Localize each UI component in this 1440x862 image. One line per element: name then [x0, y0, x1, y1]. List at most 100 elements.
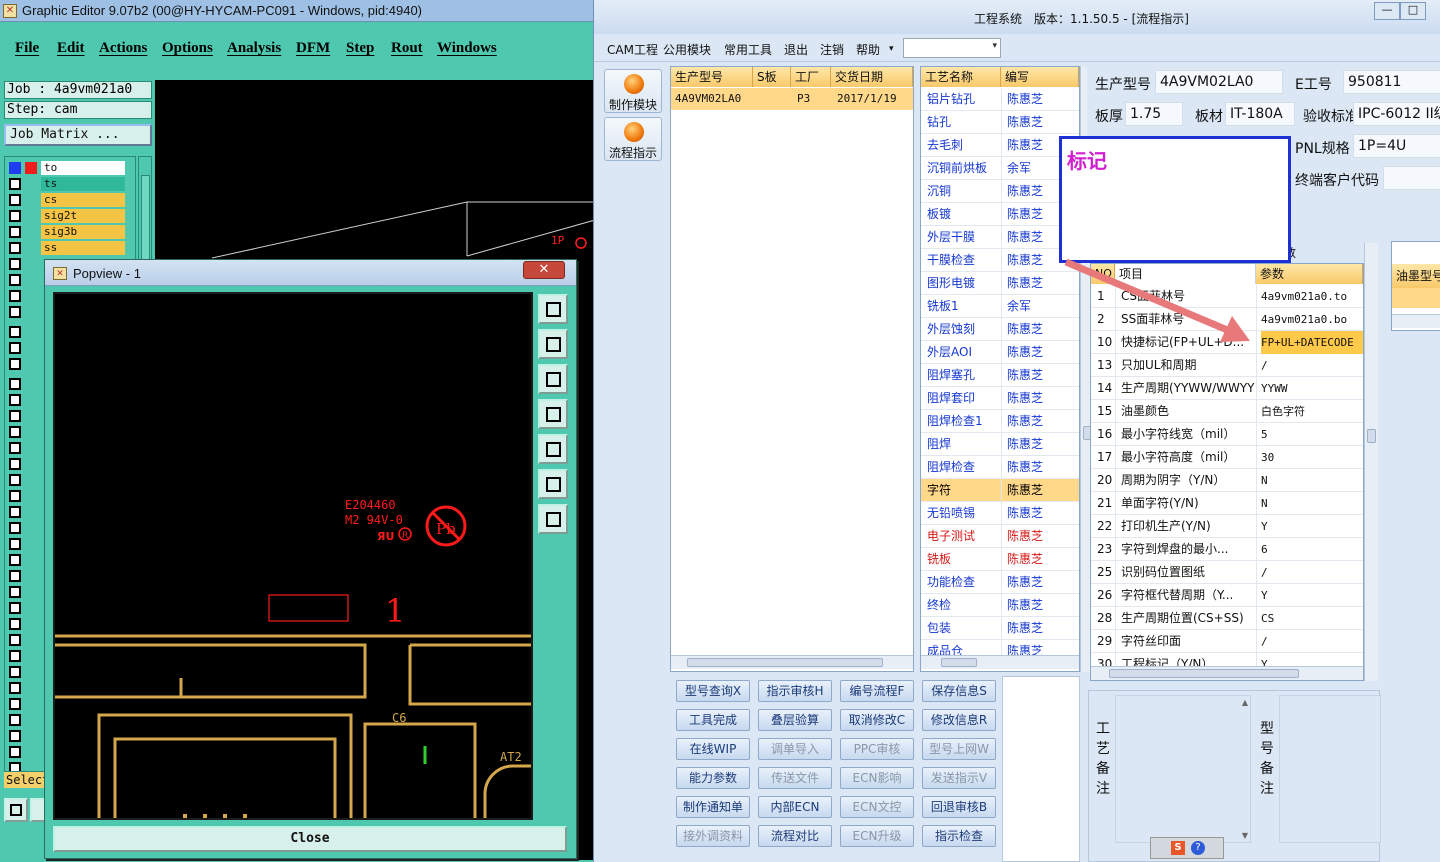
table-row[interactable]: 外层蚀刻 陈惠芝	[921, 318, 1079, 341]
layer-checkbox[interactable]	[9, 762, 21, 771]
layer-checkbox[interactable]	[9, 474, 21, 486]
table-row[interactable]: 干膜检查 陈惠芝	[921, 249, 1079, 272]
layer-checkbox[interactable]	[9, 730, 21, 742]
layer-checkbox[interactable]	[9, 586, 21, 598]
table-row[interactable]: 29 字符丝印面 /	[1091, 630, 1363, 653]
model-field[interactable]: 4A9VM02LA0	[1155, 70, 1283, 94]
maximize-icon[interactable]: □	[1400, 2, 1426, 20]
chevron-down-icon[interactable]: ▼	[1242, 831, 1248, 840]
layer-checkbox[interactable]	[9, 394, 21, 406]
table-row[interactable]: 17 最小字符高度（mil） 30	[1091, 446, 1363, 469]
menu-options[interactable]: Options	[162, 40, 213, 57]
col-header-delivery[interactable]: 交货日期	[831, 67, 913, 87]
menu-edit[interactable]: Edit	[57, 40, 85, 57]
layer-checkbox[interactable]	[9, 602, 21, 614]
col-header-ink-model[interactable]: 油墨型号	[1392, 264, 1440, 288]
graphic-editor-titlebar[interactable]: ✕ Graphic Editor 9.07b2 (00@HY-HYCAM-PC0…	[0, 0, 596, 22]
action-button[interactable]: ECN文控	[840, 796, 914, 818]
layer-checkbox[interactable]	[9, 666, 21, 678]
table-row[interactable]: 功能检查 陈惠芝	[921, 571, 1079, 594]
action-button[interactable]: 工具完成	[676, 709, 750, 731]
select-label[interactable]: Select	[4, 772, 49, 788]
layer-row[interactable]: cs	[5, 192, 135, 208]
product-hscrollbar[interactable]	[671, 655, 913, 669]
table-row[interactable]: 22 打印机生产(Y/N) Y	[1091, 515, 1363, 538]
model-remark-field[interactable]	[1279, 695, 1381, 843]
ink-hscrollbar[interactable]	[1392, 314, 1440, 328]
table-row[interactable]: 阻焊检查1 陈惠芝	[921, 410, 1079, 433]
param-vscrollbar[interactable]	[1364, 243, 1378, 681]
layer-checkbox[interactable]	[9, 378, 21, 390]
menu-rout[interactable]: Rout	[391, 40, 423, 57]
minimize-icon[interactable]: —	[1374, 2, 1400, 20]
table-row[interactable]: 板镀 陈惠芝	[921, 203, 1079, 226]
pan-left-button[interactable]	[538, 399, 568, 429]
action-button[interactable]: ECN影响	[840, 767, 914, 789]
table-row[interactable]: 28 生产周期位置(CS+SS) CS	[1091, 607, 1363, 630]
table-row[interactable]: 包装 陈惠芝	[921, 617, 1079, 640]
menu-file[interactable]: File	[15, 40, 39, 57]
thickness-field[interactable]: 1.75	[1125, 102, 1183, 126]
table-row[interactable]: 外层干膜 陈惠芝	[921, 226, 1079, 249]
pnl-field[interactable]: 1P=4U	[1353, 134, 1440, 158]
layer-row[interactable]: sig2t	[5, 208, 135, 224]
sogou-icon[interactable]: S	[1171, 841, 1185, 855]
popview-titlebar[interactable]: ✕ Popview - 1	[45, 260, 576, 286]
zoom-out-button[interactable]	[538, 504, 568, 534]
chevron-up-icon[interactable]: ▲	[1242, 698, 1248, 707]
layer-checkbox[interactable]	[9, 490, 21, 502]
layer-checkbox[interactable]	[9, 306, 21, 318]
job-matrix-button[interactable]: Job Matrix ...	[4, 124, 152, 146]
layer-checkbox[interactable]	[9, 326, 21, 338]
action-button[interactable]: 叠层验算	[758, 709, 832, 731]
action-button[interactable]: 型号查询X	[676, 680, 750, 702]
action-button[interactable]: 取消修改C	[840, 709, 914, 731]
table-row[interactable]: 21 单面字符(Y/N) N	[1091, 492, 1363, 515]
table-row[interactable]: 铝片钻孔 陈惠芝	[921, 88, 1079, 111]
menu-exit[interactable]: 退出	[784, 41, 808, 58]
layer-checkbox[interactable]	[9, 358, 21, 370]
close-icon[interactable]: ✕	[523, 261, 565, 279]
table-row[interactable]: 16 最小字符线宽（mil） 5	[1091, 423, 1363, 446]
action-button[interactable]: 接外调资料	[676, 825, 750, 847]
scrollbar-thumb[interactable]	[1367, 429, 1376, 443]
checkbox[interactable]	[9, 162, 21, 174]
action-button[interactable]: 流程对比	[758, 825, 832, 847]
action-button[interactable]: 调单导入	[758, 738, 832, 760]
table-row[interactable]: 4A9VM02LA0 P3 2017/1/19	[671, 88, 913, 110]
checkbox[interactable]	[9, 194, 21, 206]
col-header-param[interactable]: 参数	[1256, 264, 1363, 284]
table-row[interactable]: 终检 陈惠芝	[921, 594, 1079, 617]
action-button[interactable]: 内部ECN	[758, 796, 832, 818]
pointer-tool-button[interactable]	[4, 798, 28, 822]
help-icon[interactable]: ?	[1191, 841, 1205, 855]
scrollbar-thumb[interactable]	[1109, 669, 1299, 678]
checkbox[interactable]	[9, 210, 21, 222]
table-row[interactable]: 阻焊套印 陈惠芝	[921, 387, 1079, 410]
table-row[interactable]: 图形电镀 陈惠芝	[921, 272, 1079, 295]
layer-checkbox[interactable]	[9, 538, 21, 550]
layer-checkbox[interactable]	[9, 442, 21, 454]
pan-up-button[interactable]	[538, 329, 568, 359]
col-header-model[interactable]: 生产型号	[671, 67, 753, 87]
col-header-writer[interactable]: 编写	[1001, 67, 1079, 87]
layer-checkbox[interactable]	[9, 458, 21, 470]
ime-toolbar[interactable]: S ?	[1150, 837, 1224, 859]
toolbar-combobox[interactable]	[903, 38, 1001, 58]
pan-down-button[interactable]	[538, 364, 568, 394]
layer-checkbox[interactable]	[9, 410, 21, 422]
menu-dfm[interactable]: DFM	[296, 40, 330, 57]
layer-checkbox[interactable]	[9, 746, 21, 758]
process-remark-field[interactable]: ▲ ▼	[1115, 695, 1251, 843]
chevron-down-icon[interactable]: ▾	[889, 44, 894, 54]
action-button[interactable]: 型号上网W	[922, 738, 996, 760]
table-row[interactable]: 阻焊塞孔 陈惠芝	[921, 364, 1079, 387]
menu-windows[interactable]: Windows	[437, 40, 497, 57]
table-row[interactable]: 13 只加UL和周期 /	[1091, 354, 1363, 377]
menu-analysis[interactable]: Analysis	[227, 40, 281, 57]
col-header-s-board[interactable]: S板	[753, 67, 791, 87]
layer-checkbox[interactable]	[9, 650, 21, 662]
layer-row[interactable]: to	[5, 160, 135, 176]
layer-checkbox[interactable]	[9, 634, 21, 646]
table-row[interactable]: 钻孔 陈惠芝	[921, 111, 1079, 134]
